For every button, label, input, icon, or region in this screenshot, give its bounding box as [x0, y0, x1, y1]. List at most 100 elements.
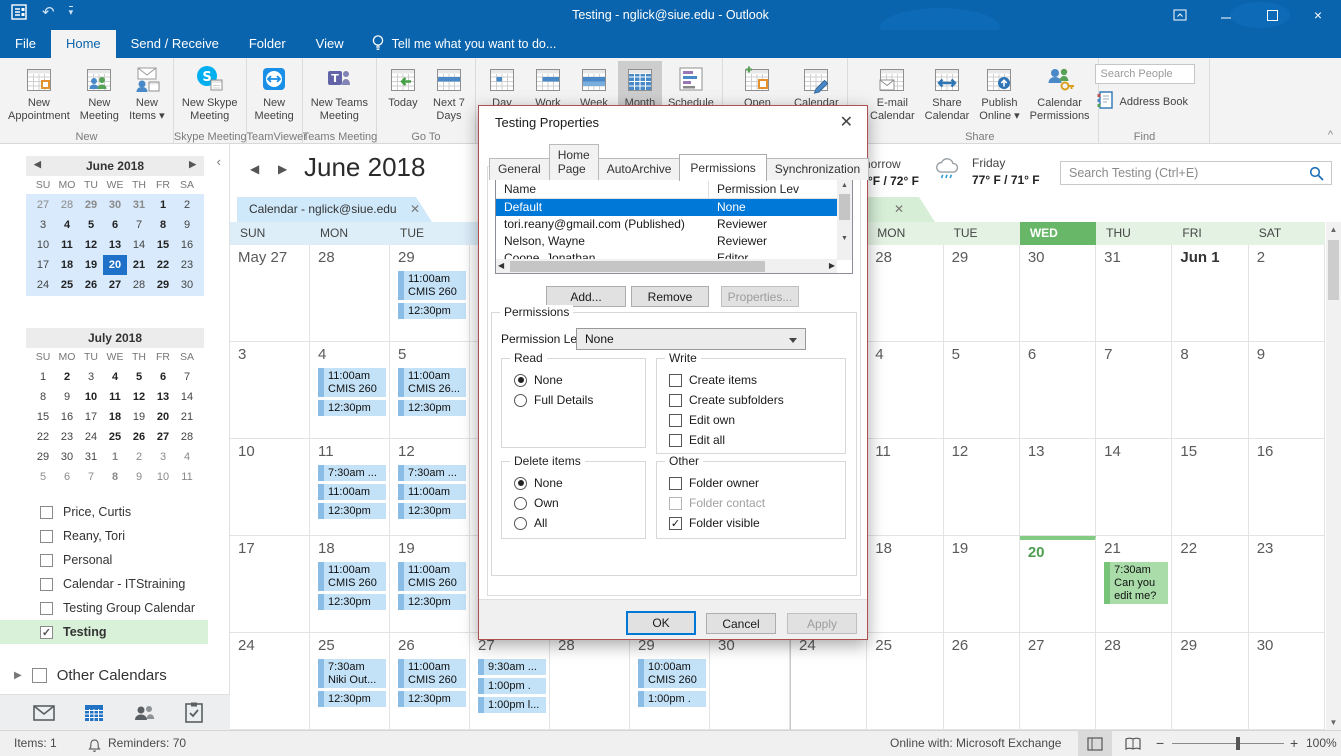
nav-calendar-icon[interactable]: [82, 701, 106, 725]
calendar-event[interactable]: 12:30pm: [398, 303, 466, 319]
calendar-event[interactable]: 11:00amCMIS 260: [398, 271, 466, 300]
ribbon-button-e-mail-calendar[interactable]: E-mail Calendar: [866, 61, 919, 129]
permission-row-tori-reany-gmail-com-published[interactable]: tori.reany@gmail.com (Published)Reviewer: [496, 216, 852, 233]
mini-calendar-day[interactable]: 20: [151, 407, 175, 427]
day-cell[interactable]: 279:30am ...1:00pm .1:00pm l...: [470, 633, 550, 730]
close-calendar-icon[interactable]: ✕: [410, 202, 420, 216]
mini-calendar-day[interactable]: 28: [127, 275, 151, 295]
checkbox-edit-own[interactable]: Edit own: [669, 412, 735, 428]
day-cell[interactable]: 30: [1249, 633, 1325, 730]
day-cell[interactable]: 11: [867, 439, 943, 536]
day-cell[interactable]: 28: [310, 245, 390, 342]
mini-calendar-day[interactable]: 1: [151, 195, 175, 215]
dialog-tab-general[interactable]: General: [489, 158, 550, 180]
calendar-event[interactable]: 7:30amNiki Out...: [318, 659, 386, 688]
mini-calendar-day[interactable]: 9: [55, 387, 79, 407]
nav-mail-icon[interactable]: [32, 701, 56, 725]
radio-none[interactable]: None: [514, 475, 563, 491]
mini-calendar-day[interactable]: 2: [175, 195, 199, 215]
calendar-event[interactable]: 12:30pm: [318, 594, 386, 610]
ribbon-button-new-skype-meeting[interactable]: S New Skype Meeting: [178, 61, 242, 129]
mini-calendar-day[interactable]: 15: [31, 407, 55, 427]
day-cell[interactable]: 24: [230, 633, 310, 730]
day-cell[interactable]: 14: [1096, 439, 1172, 536]
calendar-event[interactable]: 12:30pm: [398, 503, 466, 519]
day-cell[interactable]: 411:00amCMIS 26012:30pm: [310, 342, 390, 439]
calendar-checkbox[interactable]: [40, 506, 53, 519]
mini-calendar-day[interactable]: 10: [151, 467, 175, 487]
column-permission-level[interactable]: Permission Lev: [709, 179, 852, 198]
calendar-checkbox[interactable]: [40, 602, 53, 615]
day-cell[interactable]: 31: [1096, 245, 1172, 342]
calendar-event[interactable]: 9:30am ...: [478, 659, 546, 675]
day-cell[interactable]: 24: [791, 633, 867, 730]
calendar-event[interactable]: 12:30pm: [398, 400, 466, 416]
mini-calendar-day[interactable]: 31: [79, 447, 103, 467]
day-cell[interactable]: Jun 1: [1172, 245, 1248, 342]
day-cell[interactable]: 26: [944, 633, 1020, 730]
search-icon[interactable]: [1309, 166, 1324, 181]
nav-tasks-icon[interactable]: [182, 701, 206, 725]
mini-calendar-day[interactable]: 4: [55, 215, 79, 235]
mini-calendar-day[interactable]: 16: [55, 407, 79, 427]
next-month-icon[interactable]: ▶: [278, 162, 287, 176]
day-cell[interactable]: 23: [1249, 536, 1325, 633]
radio-none[interactable]: None: [514, 372, 563, 388]
remove-button[interactable]: Remove: [631, 286, 709, 307]
calendar-event[interactable]: 12:30pm: [398, 691, 466, 707]
scroll-left-icon[interactable]: ◀: [498, 259, 504, 273]
mini-calendar-day[interactable]: 27: [103, 275, 127, 295]
day-cell[interactable]: 511:00amCMIS 26...12:30pm: [390, 342, 470, 439]
day-cell[interactable]: 5: [944, 342, 1020, 439]
mini-calendar-day[interactable]: 30: [55, 447, 79, 467]
mini-calendar-day[interactable]: 21: [127, 255, 151, 275]
search-people-input[interactable]: [1095, 64, 1195, 84]
mini-calendar-day[interactable]: 23: [175, 255, 199, 275]
day-cell[interactable]: 7: [1096, 342, 1172, 439]
list-horizontal-scrollbar[interactable]: ◀ ▶: [496, 259, 837, 273]
day-cell[interactable]: 29: [1172, 633, 1248, 730]
dialog-tab-permissions[interactable]: Permissions: [679, 154, 766, 181]
calendar-event[interactable]: 12:30pm: [318, 503, 386, 519]
scroll-down-icon[interactable]: ▼: [837, 232, 852, 246]
day-cell[interactable]: 15: [1172, 439, 1248, 536]
mini-calendar-day[interactable]: 8: [151, 215, 175, 235]
mini-calendar-day[interactable]: 10: [31, 235, 55, 255]
sidebar-calendar-personal[interactable]: Personal: [0, 548, 208, 572]
day-cell[interactable]: 257:30amNiki Out...12:30pm: [310, 633, 390, 730]
mini-calendar-day[interactable]: 5: [127, 367, 151, 387]
day-cell[interactable]: 127:30am ...11:00am12:30pm: [390, 439, 470, 536]
mini-calendar-day[interactable]: 26: [79, 275, 103, 295]
mini-calendar-day[interactable]: 8: [103, 467, 127, 487]
day-cell[interactable]: 217:30amCan you edit me?: [1096, 536, 1172, 633]
mini-calendar-day[interactable]: 7: [127, 215, 151, 235]
zoom-in-icon[interactable]: +: [1290, 731, 1298, 756]
calendar-checkbox[interactable]: [40, 530, 53, 543]
nav-people-icon[interactable]: [132, 701, 156, 725]
other-calendars-checkbox[interactable]: [32, 668, 47, 683]
day-cell[interactable]: 117:30am ...11:00am12:30pm: [310, 439, 390, 536]
calendar-event[interactable]: 7:30amCan you edit me?: [1104, 562, 1168, 604]
mini-calendar-day[interactable]: 1: [103, 447, 127, 467]
sidebar-calendar-testing[interactable]: ✓ Testing: [0, 620, 208, 644]
mini-calendar-day[interactable]: 19: [79, 255, 103, 275]
mini-calendar-day[interactable]: 28: [175, 427, 199, 447]
day-cell[interactable]: 20: [1020, 536, 1096, 633]
mini-calendar-day[interactable]: 11: [55, 235, 79, 255]
sidebar-calendar-reany-tori[interactable]: Reany, Tori: [0, 524, 208, 548]
sidebar-calendar-calendar-itstraining[interactable]: Calendar - ITStraining: [0, 572, 208, 596]
calendar-event[interactable]: 12:30pm: [318, 691, 386, 707]
scroll-down-icon[interactable]: ▼: [1326, 715, 1341, 730]
day-cell[interactable]: 28: [1096, 633, 1172, 730]
calendar-event[interactable]: 11:00amCMIS 260: [318, 562, 386, 591]
ribbon-button-publish-online[interactable]: Publish Online ▾: [975, 61, 1023, 129]
scrollbar-thumb[interactable]: [839, 194, 850, 220]
vertical-scrollbar[interactable]: ▲ ▼: [1326, 222, 1341, 730]
checkbox-folder-visible[interactable]: ✓Folder visible: [669, 515, 760, 531]
mini-calendar-day[interactable]: 14: [127, 235, 151, 255]
calendar-checkbox[interactable]: [40, 554, 53, 567]
mini-calendar-day[interactable]: 9: [127, 467, 151, 487]
day-cell[interactable]: 1811:00amCMIS 26012:30pm: [310, 536, 390, 633]
maximize-icon[interactable]: [1249, 0, 1295, 30]
search-input[interactable]: [1061, 166, 1309, 180]
